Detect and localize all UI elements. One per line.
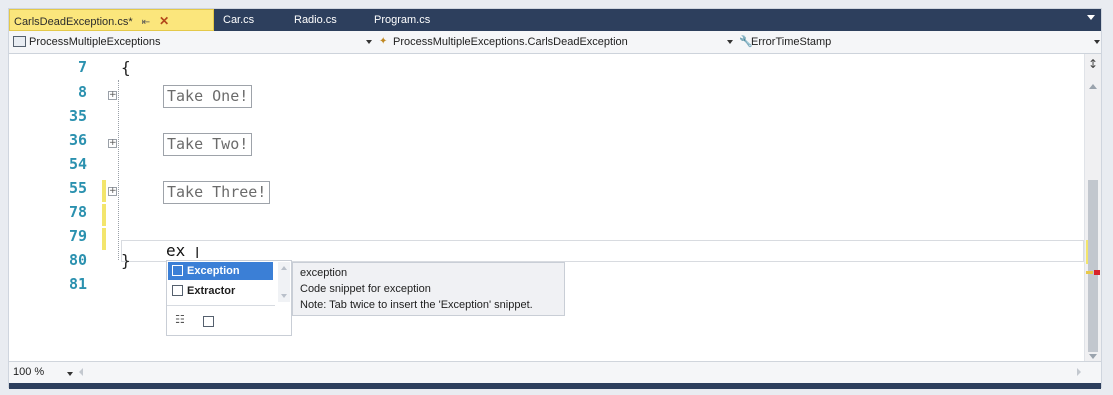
chevron-down-icon[interactable] (366, 40, 372, 44)
popup-divider (167, 305, 275, 306)
line-number: 80 (68, 251, 87, 269)
completion-item-label: Extractor (187, 285, 236, 297)
collapsed-region[interactable]: Take Three! (163, 181, 271, 204)
scroll-down-icon[interactable] (281, 294, 287, 298)
line-number: 55 (68, 179, 87, 197)
snippet-icon (172, 284, 183, 296)
change-indicator (102, 180, 106, 202)
tab-label: Program.cs (374, 14, 431, 26)
expand-outline-icon[interactable]: + (108, 91, 117, 100)
split-window-icon[interactable]: ↕ (1088, 58, 1098, 70)
scroll-left-icon[interactable] (79, 368, 83, 376)
caret-marker (1086, 271, 1093, 274)
outline-guide (118, 80, 120, 260)
filter-list-icon[interactable]: ☷ (175, 313, 185, 326)
popup-scrollbar[interactable] (278, 262, 290, 302)
document-tab-strip: CarlsDeadException.cs* ⇤ ✕ Car.cs Radio.… (9, 9, 1101, 31)
line-number: 78 (68, 203, 87, 221)
chevron-down-icon[interactable] (727, 40, 733, 44)
snippet-tooltip: exception Code snippet for exception Not… (292, 262, 565, 316)
tab-overflow-dropdown-icon[interactable] (1087, 15, 1095, 20)
vertical-scrollbar[interactable]: ↕ (1084, 54, 1101, 361)
scroll-right-icon[interactable] (1077, 368, 1081, 376)
scrollbar-thumb[interactable] (1088, 180, 1098, 352)
completion-item-label: Exception (187, 265, 240, 277)
code-close-brace: } (121, 251, 131, 270)
class-icon: ✦ (379, 36, 388, 48)
scroll-up-icon[interactable] (1089, 84, 1097, 89)
tab-carlsdeadexception[interactable]: CarlsDeadException.cs* ⇤ ✕ (9, 9, 214, 31)
tab-label: Radio.cs (294, 14, 337, 26)
project-icon (13, 35, 26, 47)
navigation-bar: ProcessMultipleExceptions ✦ ProcessMultip… (9, 31, 1101, 54)
tab-radio[interactable]: Radio.cs (294, 9, 354, 31)
tooltip-description: Code snippet for exception (300, 283, 431, 295)
editor-window: CarlsDeadException.cs* ⇤ ✕ Car.cs Radio.… (8, 8, 1102, 389)
line-number: 81 (68, 275, 87, 293)
line-number: 54 (68, 155, 87, 173)
expand-outline-icon[interactable]: + (108, 187, 117, 196)
member-dropdown[interactable]: 🔧ErrorTimeStamp (739, 34, 1089, 50)
current-line-highlight (121, 240, 1084, 262)
line-number: 36 (68, 131, 87, 149)
snippet-icon (172, 264, 183, 276)
typed-text: ex (166, 241, 186, 260)
project-label: ProcessMultipleExceptions (29, 36, 161, 48)
completion-item[interactable]: Exception (168, 262, 273, 280)
tooltip-note: Note: Tab twice to insert the 'Exception… (300, 299, 533, 311)
scroll-up-icon[interactable] (281, 266, 287, 270)
collapsed-region[interactable]: Take Two! (163, 133, 253, 156)
pin-icon[interactable]: ⇤ (142, 17, 150, 28)
line-number: 7 (77, 58, 87, 76)
completion-item[interactable]: Extractor (168, 282, 273, 300)
project-dropdown[interactable]: ProcessMultipleExceptions (13, 34, 371, 50)
close-icon[interactable]: ✕ (159, 14, 169, 28)
line-number: 35 (68, 107, 87, 125)
wrench-icon: 🔧 (739, 36, 753, 49)
change-indicator (102, 228, 106, 250)
collapsed-region[interactable]: Take One! (163, 85, 253, 108)
tooltip-title: exception (300, 267, 348, 279)
code-editor[interactable]: 7 8 35 36 54 55 78 79 80 81 + + + { Take… (9, 54, 1084, 361)
tab-label: CarlsDeadException.cs* (14, 16, 133, 28)
code-open-brace: { (121, 58, 131, 77)
chevron-down-icon[interactable] (67, 372, 73, 376)
tab-car[interactable]: Car.cs (223, 9, 283, 31)
snippet-filter-icon[interactable] (203, 316, 214, 327)
expand-outline-icon[interactable]: + (108, 139, 117, 148)
member-label: ErrorTimeStamp (751, 36, 832, 48)
zoom-level[interactable]: 100 % (13, 366, 44, 378)
intellisense-popup: Exception Extractor ☷ (166, 260, 292, 336)
tab-program[interactable]: Program.cs (374, 9, 454, 31)
scroll-down-icon[interactable] (1089, 354, 1097, 359)
zoom-bar: 100 % (9, 361, 1101, 384)
tab-label: Car.cs (223, 14, 255, 26)
line-number: 79 (68, 227, 87, 245)
chevron-down-icon[interactable] (1094, 40, 1100, 44)
error-marker (1094, 270, 1100, 275)
type-label: ProcessMultipleExceptions.CarlsDeadExcep… (393, 36, 628, 48)
line-number: 8 (77, 83, 87, 101)
status-strip (9, 383, 1101, 389)
type-dropdown[interactable]: ✦ ProcessMultipleExceptions.CarlsDeadExce… (379, 34, 729, 50)
change-indicator (102, 204, 106, 226)
